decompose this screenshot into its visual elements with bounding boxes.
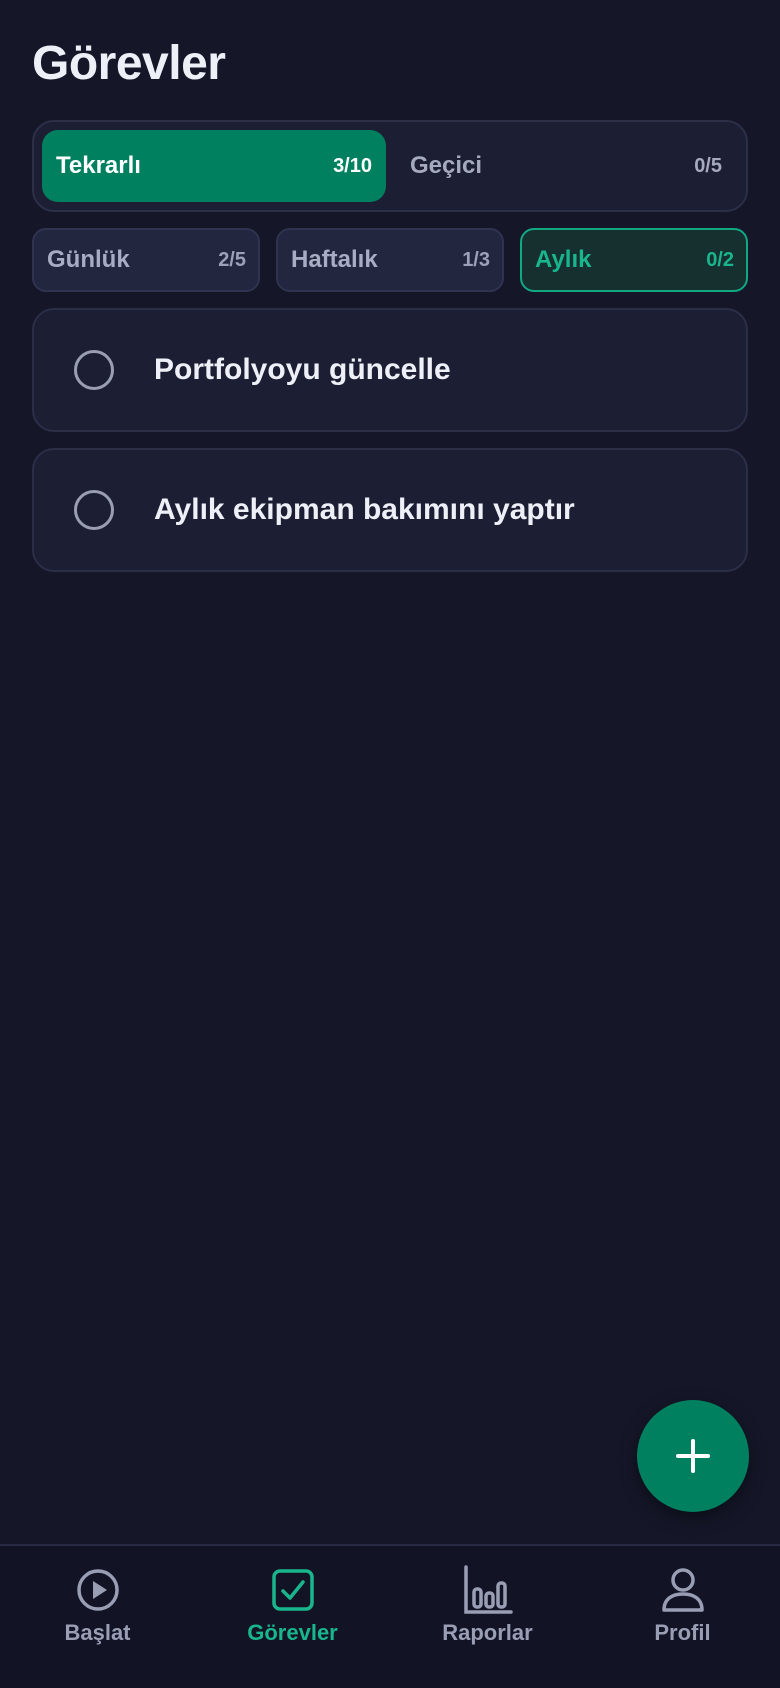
user-icon <box>661 1564 705 1616</box>
period-chip-monthly[interactable]: Aylık 0/2 <box>520 228 748 292</box>
app-root: Görevler Tekrarlı 3/10 Geçici 0/5 Günlük… <box>0 0 780 1688</box>
task-checkbox[interactable] <box>74 350 114 390</box>
period-chip-daily[interactable]: Günlük 2/5 <box>32 228 260 292</box>
task-title: Aylık ekipman bakımını yaptır <box>154 493 575 526</box>
tab-recurring-count: 3/10 <box>333 154 372 177</box>
bottom-nav: Başlat Görevler Raporlar Profil <box>0 1544 780 1688</box>
tab-temporary-count: 0/5 <box>694 154 722 177</box>
task-checkbox[interactable] <box>74 490 114 530</box>
tab-temporary-label: Geçici <box>410 152 483 179</box>
period-chip-count: 2/5 <box>218 248 246 271</box>
nav-item-tasks[interactable]: Görevler <box>195 1564 390 1660</box>
period-chip-label: Haftalık <box>291 246 378 273</box>
period-chip-weekly[interactable]: Haftalık 1/3 <box>276 228 504 292</box>
task-type-segment: Tekrarlı 3/10 Geçici 0/5 <box>32 120 748 212</box>
play-icon <box>76 1564 120 1616</box>
nav-item-label: Profil <box>654 1620 711 1645</box>
bar-chart-icon <box>463 1564 513 1616</box>
period-chip-count: 1/3 <box>462 248 490 271</box>
nav-item-label: Başlat <box>64 1620 131 1645</box>
nav-item-label: Görevler <box>247 1620 338 1645</box>
task-item[interactable]: Portfolyoyu güncelle <box>32 308 748 432</box>
page-title: Görevler <box>32 37 226 90</box>
period-chip-count: 0/2 <box>706 248 734 271</box>
nav-item-start[interactable]: Başlat <box>0 1564 195 1660</box>
nav-item-label: Raporlar <box>442 1620 533 1645</box>
period-chip-label: Günlük <box>47 246 130 273</box>
tab-recurring-label: Tekrarlı <box>56 152 141 179</box>
task-item[interactable]: Aylık ekipman bakımını yaptır <box>32 448 748 572</box>
period-chip-label: Aylık <box>535 246 592 273</box>
task-title: Portfolyoyu güncelle <box>154 353 451 386</box>
plus-icon <box>676 1439 710 1473</box>
tab-recurring[interactable]: Tekrarlı 3/10 <box>42 130 386 202</box>
tab-temporary[interactable]: Geçici 0/5 <box>396 130 742 202</box>
nav-item-reports[interactable]: Raporlar <box>390 1564 585 1660</box>
add-task-button[interactable] <box>637 1400 749 1512</box>
nav-item-profile[interactable]: Profil <box>585 1564 780 1660</box>
checkbox-icon <box>271 1564 315 1616</box>
